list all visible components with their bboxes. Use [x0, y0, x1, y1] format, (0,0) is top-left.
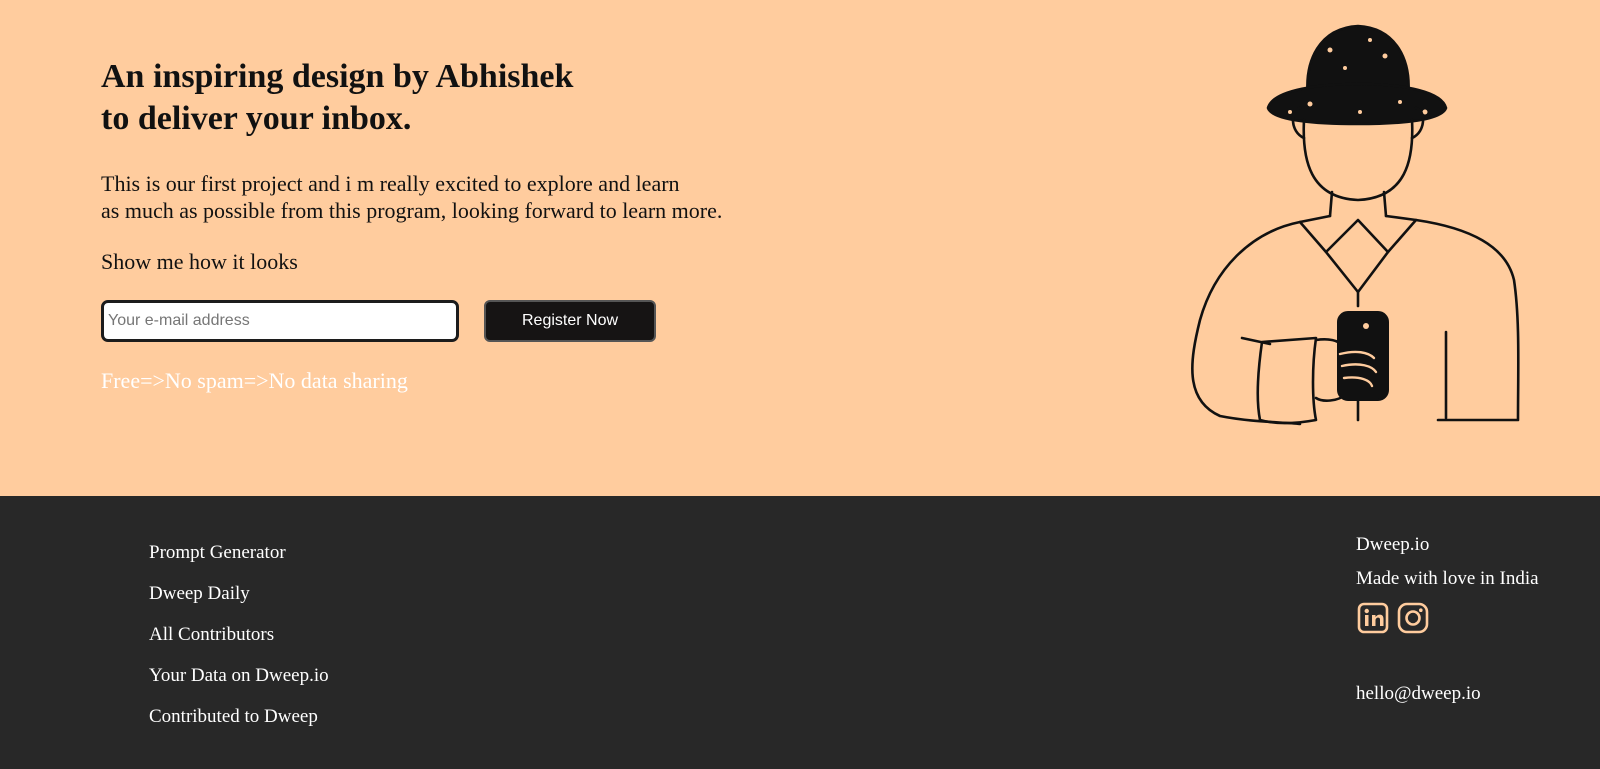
- footer-link-all-contributors[interactable]: All Contributors: [149, 614, 329, 655]
- social-links: [1356, 601, 1539, 635]
- instagram-icon[interactable]: [1396, 601, 1430, 635]
- hero-content: An inspiring design by Abhishek to deliv…: [101, 56, 821, 394]
- footer-link-dweep-daily[interactable]: Dweep Daily: [149, 573, 329, 614]
- footer-link-contributed[interactable]: Contributed to Dweep: [149, 696, 329, 737]
- tagline: Free=>No spam=>No data sharing: [101, 368, 408, 393]
- signup-form: Register Now: [101, 300, 821, 342]
- show-me-text: Show me how it looks: [101, 249, 298, 274]
- description-line-1: This is our first project and i m really…: [101, 171, 680, 196]
- email-input[interactable]: [101, 300, 459, 342]
- headline-line-2: to deliver your inbox.: [101, 100, 412, 137]
- linkedin-icon[interactable]: [1356, 601, 1390, 635]
- contact-email-link[interactable]: hello@dweep.io: [1356, 681, 1539, 706]
- description-line-2: as much as possible from this program, l…: [101, 198, 723, 223]
- footer-link-prompt-generator[interactable]: Prompt Generator: [149, 532, 329, 573]
- headline-line-1: An inspiring design by Abhishek: [101, 58, 574, 95]
- footer: Prompt Generator Dweep Daily All Contrib…: [0, 496, 1600, 769]
- made-with-text: Made with love in India: [1356, 568, 1539, 589]
- footer-info: Dweep.io Made with love in India hello@d…: [1356, 532, 1539, 706]
- hero-section: An inspiring design by Abhishek to deliv…: [0, 0, 1600, 496]
- page-title: An inspiring design by Abhishek to deliv…: [101, 56, 821, 140]
- register-now-button[interactable]: Register Now: [484, 300, 656, 342]
- person-with-hat-holding-phone-illustration: [1191, 24, 1520, 426]
- footer-links: Prompt Generator Dweep Daily All Contrib…: [149, 532, 329, 737]
- brand-name: Dweep.io: [1356, 534, 1430, 555]
- footer-link-your-data[interactable]: Your Data on Dweep.io: [149, 655, 329, 696]
- hero-description: This is our first project and i m really…: [101, 170, 821, 224]
